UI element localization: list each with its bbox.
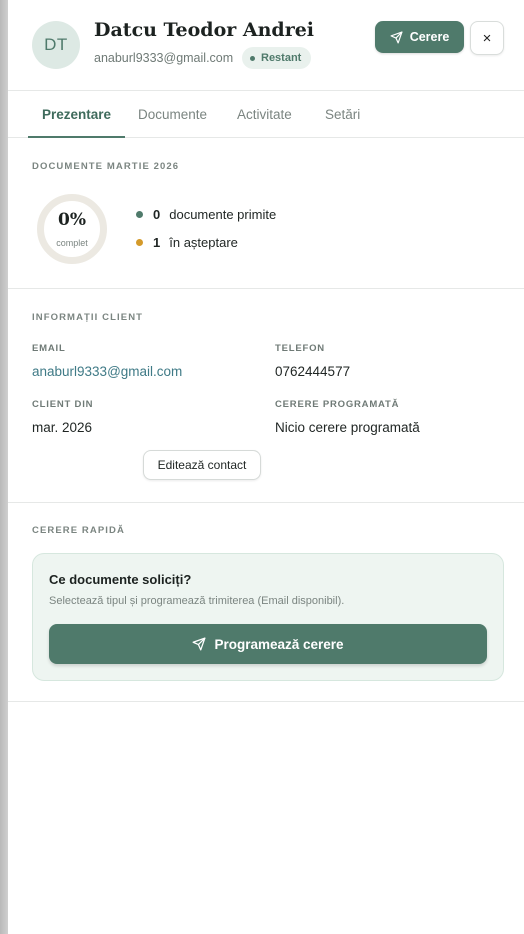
client-info-section: INFORMAȚII CLIENT EMAIL anaburl9333@gmai… bbox=[8, 289, 524, 503]
email-label: EMAIL bbox=[32, 343, 66, 354]
avatar: DT bbox=[32, 21, 80, 69]
panel-header: DT Datcu Teodor Andrei anaburl9333@gmail… bbox=[8, 0, 524, 91]
edit-contact-button[interactable]: Editează contact bbox=[143, 450, 261, 480]
send-icon bbox=[192, 637, 206, 651]
received-stat: 0 documente primite bbox=[136, 207, 276, 222]
pending-stat: 1 în așteptare bbox=[136, 235, 238, 250]
pending-dot bbox=[136, 239, 143, 246]
tab-documente[interactable]: Documente bbox=[138, 91, 207, 137]
tab-setari[interactable]: Setări bbox=[325, 91, 360, 137]
schedule-request-label: Programează cerere bbox=[214, 636, 344, 652]
client-info-title: INFORMAȚII CLIENT bbox=[32, 312, 144, 323]
quick-request-title: CERERE RAPIDĂ bbox=[32, 525, 125, 536]
backdrop bbox=[0, 0, 8, 934]
quick-request-card: Ce documente soliciți? Selectează tipul … bbox=[32, 553, 504, 681]
quick-card-subtitle: Selectează tipul și programează trimiter… bbox=[49, 595, 345, 607]
status-badge: Restant bbox=[242, 47, 312, 69]
scheduled-request-label: CERERE PROGRAMATĂ bbox=[275, 399, 400, 410]
request-button[interactable]: Cerere bbox=[375, 21, 464, 53]
request-button-label: Cerere bbox=[409, 30, 450, 44]
status-badge-label: Restant bbox=[261, 52, 302, 64]
scheduled-request-value: Nicio cerere programată bbox=[275, 420, 420, 435]
progress-caption: complet bbox=[56, 238, 88, 248]
status-dot bbox=[250, 55, 255, 61]
close-icon[interactable]: × bbox=[470, 21, 504, 55]
quick-request-section: CERERE RAPIDĂ Ce documente soliciți? Sel… bbox=[8, 503, 524, 702]
pending-count: 1 bbox=[153, 235, 161, 250]
client-detail-panel: DT Datcu Teodor Andrei anaburl9333@gmail… bbox=[8, 0, 524, 934]
quick-card-title: Ce documente soliciți? bbox=[49, 572, 192, 587]
tab-prezentare[interactable]: Prezentare bbox=[27, 91, 126, 138]
tab-activitate[interactable]: Activitate bbox=[237, 91, 292, 137]
pending-label: în așteptare bbox=[169, 235, 238, 250]
received-label: documente primite bbox=[169, 207, 277, 222]
tab-bar: Prezentare Documente Activitate Setări bbox=[8, 91, 524, 138]
documents-section-title: DOCUMENTE MARTIE 2026 bbox=[32, 161, 180, 172]
client-email: anaburl9333@gmail.com bbox=[94, 51, 234, 65]
documents-section: DOCUMENTE MARTIE 2026 0% complet 0 docum… bbox=[8, 138, 524, 289]
phone-label: TELEFON bbox=[275, 343, 325, 354]
send-icon bbox=[390, 30, 403, 44]
client-since-value: mar. 2026 bbox=[32, 420, 93, 435]
progress-percent: 0% bbox=[58, 210, 86, 230]
received-count: 0 bbox=[153, 207, 161, 222]
schedule-request-button[interactable]: Programează cerere bbox=[49, 624, 487, 664]
phone-value: 0762444577 bbox=[275, 364, 351, 379]
client-name: Datcu Teodor Andrei bbox=[94, 19, 315, 41]
received-dot bbox=[136, 211, 143, 218]
client-since-label: CLIENT DIN bbox=[32, 399, 94, 410]
email-link[interactable]: anaburl9333@gmail.com bbox=[32, 364, 182, 379]
